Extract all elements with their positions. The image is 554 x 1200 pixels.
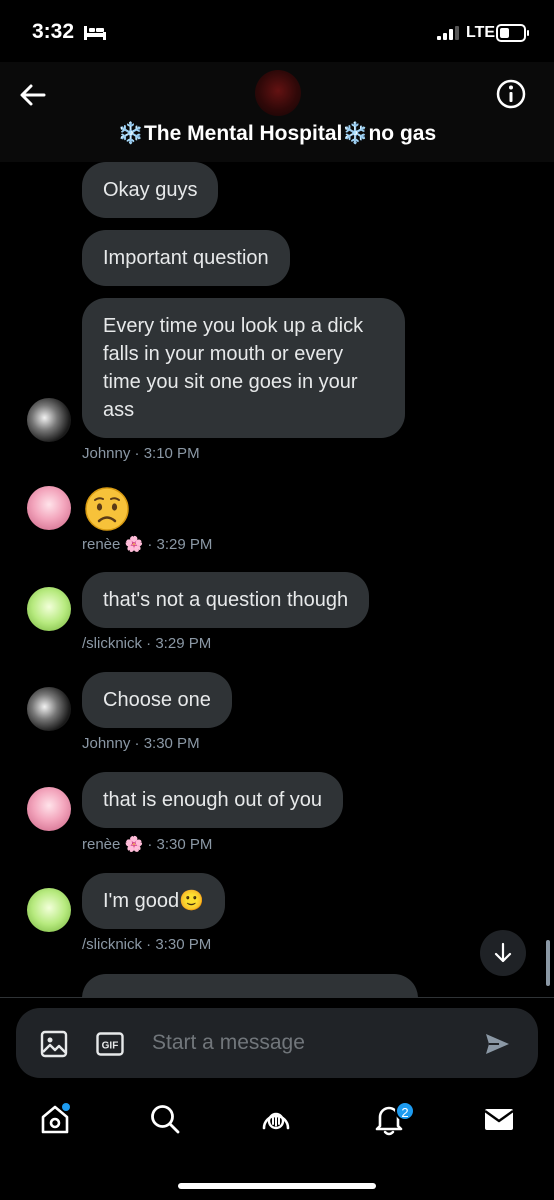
info-icon[interactable] bbox=[495, 78, 527, 110]
avatar[interactable] bbox=[27, 398, 71, 442]
message-text: Important question bbox=[103, 247, 269, 269]
messages-envelope-icon[interactable] bbox=[482, 1102, 516, 1136]
message-bubble[interactable]: Important question bbox=[82, 230, 290, 286]
message-meta: Johnny · 3:10 PM bbox=[82, 445, 200, 462]
scroll-to-bottom-button[interactable] bbox=[480, 930, 526, 976]
arrow-down-icon bbox=[494, 942, 512, 963]
message-list[interactable]: Okay guys Important question Every time … bbox=[0, 162, 554, 997]
conversation-header: ❄️The Mental Hospital❄️no gas bbox=[0, 62, 554, 162]
avatar[interactable] bbox=[27, 687, 71, 731]
image-icon[interactable] bbox=[40, 1030, 68, 1058]
message-meta: /slicknick · 3:30 PM bbox=[82, 936, 212, 953]
status-time: 3:32 bbox=[32, 20, 75, 43]
message-bubble[interactable]: Choose one bbox=[82, 672, 232, 728]
message-text: I'm good🙂 bbox=[103, 890, 204, 912]
home-unread-dot bbox=[62, 1103, 70, 1111]
avatar[interactable] bbox=[27, 888, 71, 932]
status-bar: 3:32 LTE bbox=[0, 0, 554, 62]
group-avatar[interactable] bbox=[255, 70, 301, 116]
signal-icon bbox=[437, 26, 459, 40]
message-text: that's not a question though bbox=[103, 589, 349, 611]
message-meta: renèe 🌸 · 3:30 PM bbox=[82, 836, 213, 853]
bed-icon bbox=[84, 26, 106, 40]
network-label: LTE bbox=[466, 24, 496, 41]
message-bubble[interactable]: I'm good🙂 bbox=[82, 873, 225, 929]
group-title[interactable]: ❄️The Mental Hospital❄️no gas bbox=[0, 122, 554, 146]
avatar[interactable] bbox=[27, 587, 71, 631]
message-text: Every time you look up a dick falls in y… bbox=[103, 315, 364, 421]
spaces-icon[interactable] bbox=[259, 1102, 293, 1136]
battery-icon bbox=[496, 24, 529, 42]
avatar[interactable] bbox=[27, 486, 71, 530]
home-indicator[interactable] bbox=[178, 1183, 376, 1189]
message-bubble[interactable]: Okay guys bbox=[82, 162, 219, 218]
message-meta: Johnny · 3:30 PM bbox=[82, 735, 200, 752]
message-meta: renèe 🌸 · 3:29 PM bbox=[82, 536, 213, 553]
message-input[interactable] bbox=[152, 1026, 472, 1060]
message-meta: /slicknick · 3:29 PM bbox=[82, 635, 212, 652]
composer-divider bbox=[0, 997, 554, 998]
partial-message-bubble[interactable] bbox=[82, 974, 418, 997]
search-icon[interactable] bbox=[148, 1102, 182, 1136]
message-bubble[interactable]: Every time you look up a dick falls in y… bbox=[82, 298, 405, 438]
message-bubble[interactable]: that's not a question though bbox=[82, 572, 370, 628]
send-icon[interactable] bbox=[483, 1030, 511, 1058]
bottom-tab-bar bbox=[0, 1090, 554, 1160]
gif-icon[interactable]: GIF bbox=[96, 1032, 124, 1056]
scrollbar[interactable] bbox=[546, 940, 550, 986]
avatar[interactable] bbox=[27, 787, 71, 831]
message-text: that is enough out of you bbox=[103, 789, 323, 811]
worried-face-emoji[interactable] bbox=[84, 486, 130, 532]
notifications-badge: 2 bbox=[395, 1101, 415, 1121]
message-text: Okay guys bbox=[103, 179, 198, 201]
svg-text:GIF: GIF bbox=[102, 1041, 119, 1052]
back-arrow-icon[interactable] bbox=[18, 80, 48, 110]
message-composer: GIF bbox=[16, 1008, 538, 1078]
message-bubble[interactable]: that is enough out of you bbox=[82, 772, 344, 828]
message-text: Choose one bbox=[103, 689, 211, 711]
